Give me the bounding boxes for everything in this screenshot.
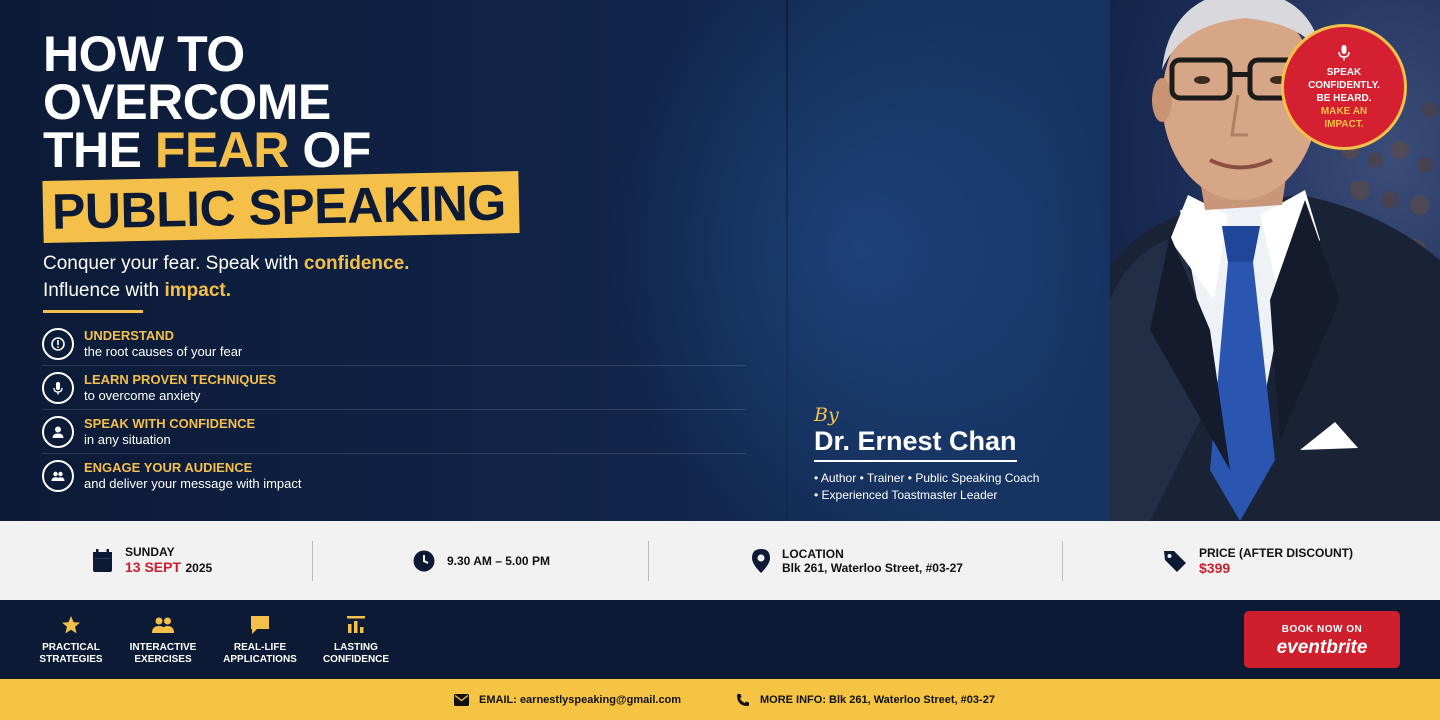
badge-line-2: CONFIDENTLY. [1308,79,1380,91]
chat-icon [212,613,308,637]
benefit-item: SPEAK WITH CONFIDENCE in any situation [42,410,746,454]
contact-footer: EMAIL: earnestlyspeaking@gmail.com MORE … [0,679,1440,720]
clock-icon [413,550,435,572]
time-info: 9.30 AM – 5.00 PM [413,521,550,600]
bar-chart-icon [308,613,404,637]
date-day: SUNDAY [125,544,175,559]
people-icon [115,613,211,637]
hero-section: HOW TO OVERCOME THE FEAR OF PUBLIC SPEAK… [0,0,1440,521]
badge-line-5: IMPACT. [1324,118,1364,130]
headline-line-1: HOW TO [43,26,245,82]
headline: HOW TO OVERCOME THE FEAR OF [43,26,371,175]
group-icon [42,460,74,492]
footer-more-info-text: MORE INFO: Blk 261, Waterloo Street, #03… [760,693,995,706]
benefit-desc: and deliver your message with impact [84,476,302,491]
badge-line-3: BE HEARD. [1316,92,1372,104]
benefit-desc: to overcome anxiety [84,388,201,403]
feature-line-2: STRATEGIES [39,654,103,665]
location-label: LOCATION [782,546,844,561]
speak-confidently-badge: SPEAK CONFIDENTLY. BE HEARD. MAKE AN IMP… [1281,24,1407,150]
headline-line-3: THE FEAR OF [43,125,371,175]
features-band: PRACTICAL STRATEGIES INTERACTIVE EXERCISES… [0,600,1440,679]
date-value: 13 SEPT [125,558,182,575]
book-now-button[interactable]: BOOK NOW ON eventbrite [1244,611,1400,668]
tagline-underline [43,310,143,313]
headline-line-3b: OF [289,122,371,178]
speaker-credentials-line-2: • Experienced Toastmaster Leader [814,488,998,502]
badge-line-1: SPEAK [1326,66,1362,78]
location-pin-icon [752,548,770,573]
speaker-block: By Dr. Ernest Chan • Author • Trainer • … [814,404,1039,504]
hero-divider [786,0,788,521]
book-now-label: BOOK NOW ON [1281,624,1363,635]
speaker-credentials: • Author • Trainer • Public Speaking Coa… [814,470,1039,504]
speaker-name: Dr. Ernest Chan [814,426,1017,462]
benefit-title: UNDERSTAND [84,328,175,343]
headline-line-4: PUBLIC SPEAKING [51,174,507,240]
location-value: Blk 261, Waterloo Street, #03-27 [782,560,963,575]
benefit-desc: in any situation [84,432,171,447]
person-icon [42,416,74,448]
benefit-item: ENGAGE YOUR AUDIENCE and deliver your me… [42,454,746,498]
eventbrite-logo: eventbrite [1276,637,1368,658]
email-icon [454,693,469,706]
info-separator [1062,541,1063,581]
price-label: PRICE (AFTER DISCOUNT) [1199,545,1353,560]
headline-line-3a: THE [43,122,155,178]
feature-practical-strategies: PRACTICAL STRATEGIES [23,613,119,666]
calendar-icon [92,548,113,573]
footer-email[interactable]: EMAIL: earnestlyspeaking@gmail.com [454,679,681,720]
speaker-credentials-line-1: • Author • Trainer • Public Speaking Coa… [814,471,1040,485]
headline-fear-word: FEAR [154,122,290,178]
microphone-icon [1338,44,1350,60]
footer-more-info: MORE INFO: Blk 261, Waterloo Street, #03… [736,679,995,720]
feature-line-1: INTERACTIVE [129,642,197,653]
info-separator [648,541,649,581]
feature-line-2: EXERCISES [134,654,192,665]
star-icon [23,613,119,637]
feature-line-1: LASTING [334,642,378,653]
tagline-confidence: confidence. [303,253,410,274]
benefit-title: LEARN PROVEN TECHNIQUES [84,372,277,387]
time-value: 9.30 AM – 5.00 PM [447,553,550,568]
feature-lasting-confidence: LASTING CONFIDENCE [308,613,404,666]
alert-circle-icon [42,328,74,360]
benefit-item: LEARN PROVEN TECHNIQUES to overcome anxi… [42,366,746,410]
info-separator [312,541,313,581]
phone-icon [736,693,750,707]
price-value: $399 [1199,559,1231,576]
tagline-part-1: Conquer your fear. Speak with [43,253,304,274]
badge-line-4: MAKE AN [1320,105,1368,117]
tagline-impact: impact. [164,280,231,301]
date-year: 2025 [185,560,213,575]
feature-line-2: APPLICATIONS [223,654,297,665]
benefit-title: ENGAGE YOUR AUDIENCE [84,460,253,475]
feature-real-life-applications: REAL-LIFE APPLICATIONS [212,613,308,666]
benefit-desc: the root causes of your fear [84,344,243,359]
feature-line-1: PRACTICAL [42,642,100,653]
price-info: PRICE (AFTER DISCOUNT) $399 [1163,521,1353,600]
date-info: SUNDAY 13 SEPT 2025 [92,521,212,600]
location-info: LOCATION Blk 261, Waterloo Street, #03-2… [752,521,963,600]
speaker-by: By [814,404,839,426]
benefit-title: SPEAK WITH CONFIDENCE [84,416,256,431]
benefits-list: UNDERSTAND the root causes of your fear … [42,322,746,498]
feature-line-2: CONFIDENCE [322,654,390,665]
tagline-part-2: Influence with [43,280,165,301]
event-info-bar: SUNDAY 13 SEPT 2025 9.30 AM – 5.00 PM LO… [0,521,1440,600]
footer-email-text: EMAIL: earnestlyspeaking@gmail.com [479,693,682,706]
price-tag-icon [1163,549,1187,573]
feature-line-1: REAL-LIFE [233,642,287,653]
benefit-item: UNDERSTAND the root causes of your fear [42,322,746,366]
microphone-icon [42,372,74,404]
headline-line-2: OVERCOME [43,74,331,130]
tagline: Conquer your fear. Speak with confidence… [43,250,409,304]
feature-interactive-exercises: INTERACTIVE EXERCISES [115,613,211,666]
